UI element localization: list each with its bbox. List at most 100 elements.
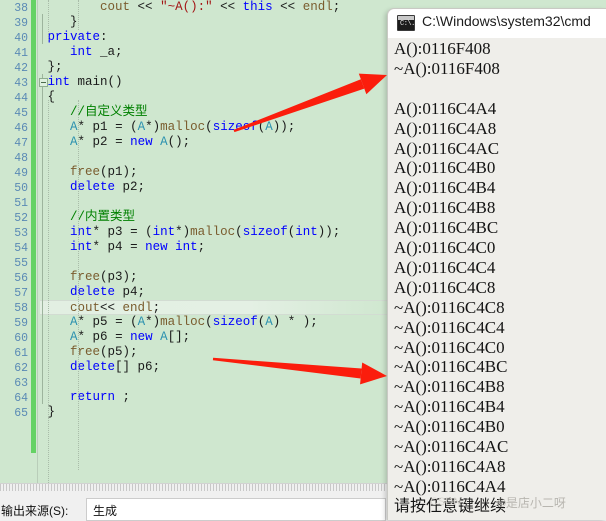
console-output-line: ~A():0116C4BC — [394, 357, 508, 377]
code-line[interactable]: int* p3 = (int*)malloc(sizeof(int)); — [40, 225, 340, 240]
line-number: 60 — [14, 332, 28, 345]
code-line[interactable]: //内置类型 — [40, 210, 135, 225]
console-output-line: A():0116C4BC — [394, 218, 499, 238]
line-number: 42 — [14, 62, 28, 75]
code-line[interactable]: int* p4 = new int; — [40, 240, 205, 255]
line-number: 47 — [14, 137, 28, 150]
console-output-line: A():0116C4AC — [394, 138, 500, 158]
code-line-text: return ; — [70, 390, 131, 404]
code-line[interactable]: return ; — [40, 390, 130, 405]
code-line[interactable]: //自定义类型 — [40, 105, 148, 120]
code-line-text: //内置类型 — [70, 210, 136, 224]
code-line[interactable]: delete p4; — [40, 285, 145, 300]
console-output-line: A():0116C4C0 — [394, 238, 496, 257]
code-line-text: A* p6 = new A[]; — [70, 330, 191, 344]
console-output-line: A():0116C4C4 — [394, 257, 496, 277]
code-line[interactable]: A* p5 = (A*)malloc(sizeof(A) * ); — [40, 315, 318, 330]
line-number: 44 — [14, 92, 28, 105]
cmd-icon-glyph: C:\. — [400, 20, 415, 28]
code-line[interactable]: A* p2 = new A(); — [40, 135, 190, 150]
console-output-line: A():0116C4B0 — [394, 158, 496, 178]
line-number: 51 — [14, 197, 28, 210]
cmd-console-icon: C:\. — [397, 15, 415, 31]
line-number: 39 — [14, 17, 28, 30]
code-line[interactable]: }; — [40, 60, 63, 75]
console-output-line: ~A():0116C4A8 — [394, 456, 506, 476]
console-output-line: ~A():0116C4A4 — [394, 476, 506, 496]
code-line[interactable]: cout<< endl; — [40, 300, 388, 315]
line-number: 53 — [14, 227, 28, 240]
console-window[interactable]: C:\. C:\Windows\system32\cmd A():0116F40… — [387, 8, 606, 520]
line-number: 40 — [14, 32, 28, 45]
code-line-text: int _a; — [70, 45, 123, 59]
line-number: 46 — [14, 122, 28, 135]
line-number: 56 — [14, 272, 28, 285]
line-number: 43 — [14, 77, 28, 90]
code-line[interactable]: delete p2; — [40, 180, 145, 195]
output-source-value: 生成 — [93, 504, 118, 518]
indent-guide — [48, 0, 50, 40]
console-title-text: C:\Windows\system32\cmd — [422, 13, 591, 29]
code-line-text: int* p3 = (int*)malloc(sizeof(int)); — [70, 225, 341, 239]
line-number: 61 — [14, 347, 28, 360]
line-number: 62 — [14, 362, 28, 375]
console-output-line: ~A():0116C4AC — [394, 437, 509, 456]
output-source-label: 输出来源(S): — [1, 504, 69, 518]
line-number: 64 — [14, 392, 28, 405]
line-number-gutter: 38 39 40 41 42 43 44 45 46 47 48 49 50 51 52 53 54 55 56 57… — [0, 0, 30, 483]
code-line-text: //自定义类型 — [70, 105, 148, 119]
console-output-line: ~A():0116C4C8 — [394, 297, 505, 317]
code-line[interactable]: int _a; — [40, 45, 123, 60]
code-line-text: int* p4 = new int; — [70, 240, 206, 254]
output-source-dropdown[interactable]: 生成 — [86, 498, 386, 521]
code-line[interactable]: int main() — [40, 75, 123, 90]
watermark-csdn: CSDN — [430, 496, 462, 508]
console-output-line: ~A():0116C4C0 — [394, 337, 505, 357]
code-line[interactable]: cout << "~A():" << this << endl; — [40, 0, 340, 15]
code-line[interactable]: private: — [40, 30, 108, 45]
code-line[interactable]: A* p6 = new A[]; — [40, 330, 190, 345]
code-line-text: delete p4; — [70, 285, 146, 299]
console-output-line: A():0116F408 — [394, 39, 491, 58]
code-line-text: free(p5); — [70, 345, 138, 359]
line-number: 38 — [14, 2, 28, 15]
code-line-text: A* p5 = (A*)malloc(sizeof(A) * ); — [70, 315, 318, 329]
line-number: 63 — [14, 377, 28, 390]
line-number: 52 — [14, 212, 28, 225]
gutter-separator — [37, 0, 38, 483]
code-line-text: }; — [47, 60, 63, 74]
change-marker-gap — [31, 453, 36, 483]
code-line[interactable]: delete[] p6; — [40, 360, 160, 375]
watermark-author: ©是店小二呀 — [497, 496, 566, 510]
code-line-text: private: — [47, 30, 108, 44]
console-output-line: ~A():0116C4C4 — [394, 317, 505, 337]
code-line-text: free(p1); — [70, 165, 138, 179]
line-number: 50 — [14, 182, 28, 195]
line-number: 58 — [14, 302, 28, 315]
change-marker-bar — [31, 0, 36, 483]
scope-line — [42, 74, 43, 404]
console-output-line: ~A():0116C4B4 — [394, 397, 505, 417]
code-line-text: cout << "~A():" << this << endl; — [100, 0, 341, 14]
console-output-line: ~A():0116C4B8 — [394, 377, 505, 397]
code-line-text: delete p2; — [70, 180, 146, 194]
indent-guide — [78, 100, 80, 470]
line-number: 49 — [14, 167, 28, 180]
console-output-line: A():0116C4C8 — [394, 277, 496, 297]
console-output-area[interactable]: A():0116F408 ~A():0116F408 A():0116C4A4 A()… — [388, 38, 606, 520]
console-output-line: A():0116C4B8 — [394, 198, 496, 218]
code-line[interactable]: free(p1); — [40, 165, 138, 180]
line-number: 59 — [14, 317, 28, 330]
code-line[interactable]: } — [40, 15, 78, 30]
code-line[interactable]: free(p3); — [40, 270, 138, 285]
code-line-text: delete[] p6; — [70, 360, 161, 374]
code-line[interactable]: free(p5); — [40, 345, 138, 360]
code-line-text: } — [70, 15, 78, 29]
code-line-text: cout<< endl; — [70, 301, 161, 315]
console-output-line: A():0116C4B4 — [394, 178, 496, 198]
collapse-toggle-main[interactable] — [39, 78, 48, 87]
line-number: 65 — [14, 407, 28, 420]
console-titlebar[interactable]: C:\. C:\Windows\system32\cmd — [388, 9, 606, 38]
code-line-text: A* p2 = new A(); — [70, 135, 191, 149]
indent-guide — [78, 0, 80, 30]
